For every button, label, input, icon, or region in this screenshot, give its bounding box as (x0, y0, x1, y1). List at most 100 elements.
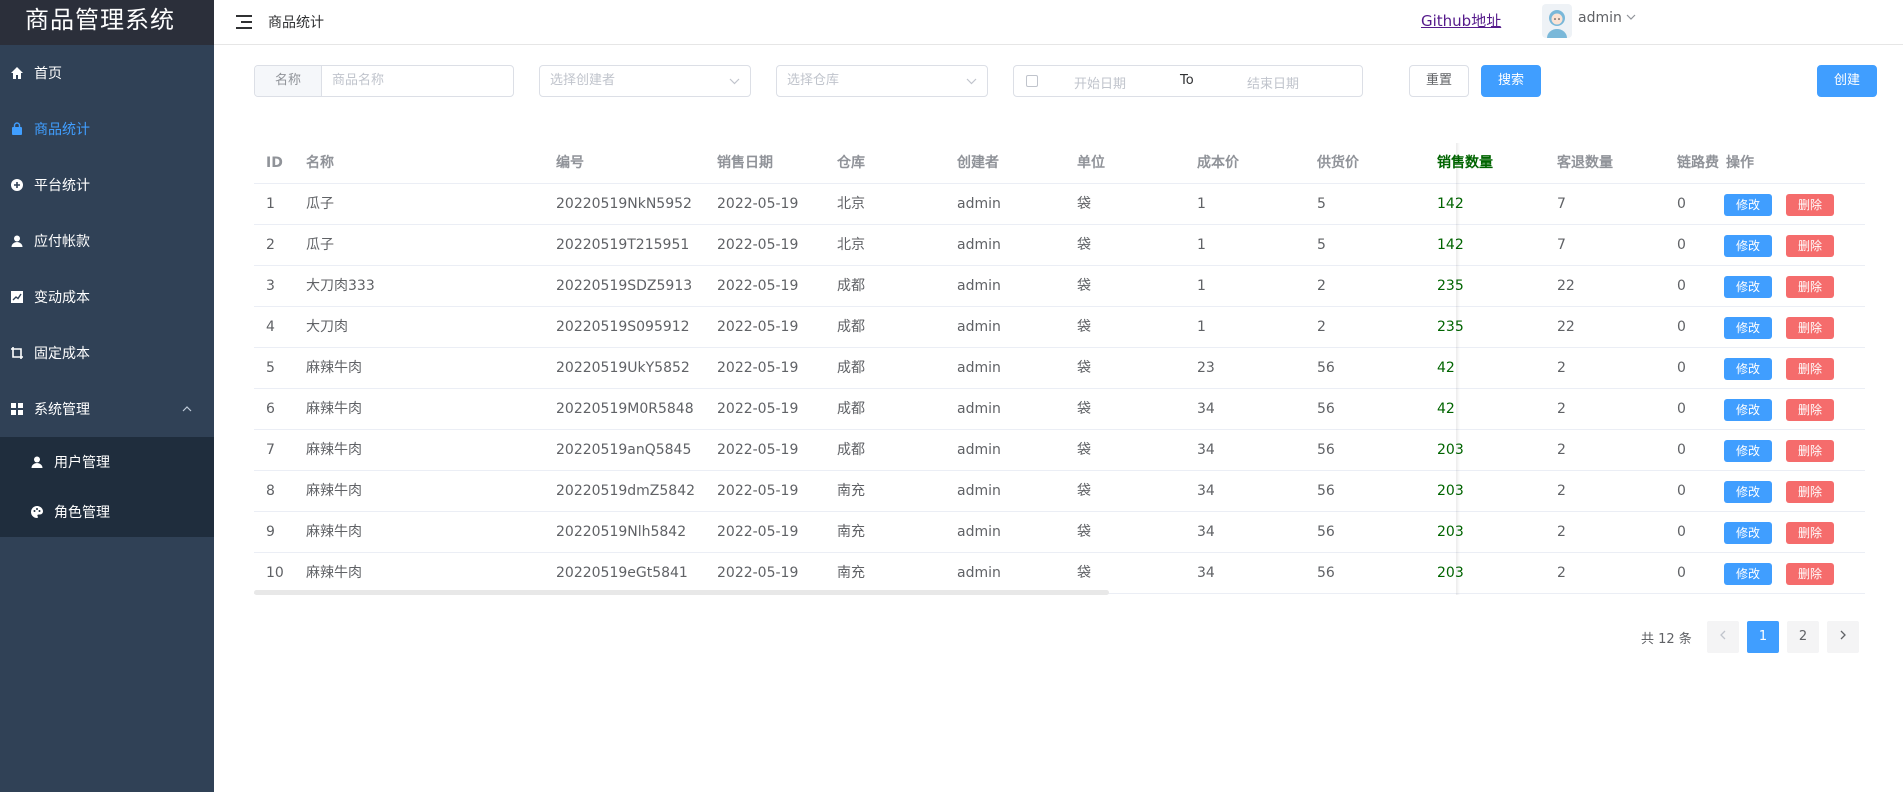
delete-button[interactable]: 删除 (1786, 399, 1834, 421)
cell-supply-price: 56 (1317, 442, 1335, 458)
sidebar-item-user-management[interactable]: 用户管理 (0, 437, 214, 487)
search-button[interactable]: 搜索 (1481, 65, 1541, 97)
cell-return-qty: 7 (1557, 196, 1566, 212)
cell-name: 麻辣牛肉 (306, 483, 362, 499)
system-submenu: 用户管理 角色管理 (0, 437, 214, 537)
sidebar: 商品管理系统 首页 商品统计 平台统计 应付帐款 变动成本 固定成本 系统管理 … (0, 0, 214, 792)
horizontal-scrollbar[interactable] (254, 590, 1109, 595)
edit-button[interactable]: 修改 (1724, 399, 1772, 421)
create-button[interactable]: 创建 (1817, 65, 1877, 97)
date-range-picker[interactable]: 开始日期 To 结束日期 (1013, 65, 1363, 97)
cell-code: 20220519M0R5848 (556, 401, 694, 417)
prev-page-button[interactable] (1707, 621, 1739, 653)
cell-creator: admin (957, 401, 1001, 417)
palette-icon (30, 505, 44, 519)
sidebar-item-platform-stats[interactable]: 平台统计 (0, 157, 214, 213)
sidebar-item-payables[interactable]: 应付帐款 (0, 213, 214, 269)
reset-button[interactable]: 重置 (1409, 65, 1469, 97)
column-header-return-qty: 客退数量 (1557, 155, 1613, 171)
hamburger-icon[interactable] (236, 15, 252, 29)
breadcrumb: 商品统计 (268, 15, 324, 31)
delete-button[interactable]: 删除 (1786, 276, 1834, 298)
warehouse-select[interactable]: 选择仓库 (776, 65, 988, 97)
table-row: 5 麻辣牛肉 20220519UkY5852 2022-05-19 成都 admin 袋 23… (254, 348, 1865, 389)
column-header-name: 名称 (306, 155, 334, 171)
sidebar-item-label: 系统管理 (34, 402, 90, 418)
cell-id: 2 (266, 237, 275, 253)
sidebar-item-label: 商品统计 (34, 122, 90, 138)
cell-cost-price: 34 (1197, 442, 1215, 458)
cell-link-fee: 0 (1677, 483, 1686, 499)
end-date-input[interactable]: 结束日期 (1247, 73, 1299, 92)
edit-button[interactable]: 修改 (1724, 563, 1772, 585)
cell-return-qty: 2 (1557, 524, 1566, 540)
delete-button[interactable]: 删除 (1786, 440, 1834, 462)
edit-button[interactable]: 修改 (1724, 194, 1772, 216)
delete-button[interactable]: 删除 (1786, 522, 1834, 544)
line-chart-icon (10, 290, 24, 304)
sidebar-item-fixed-cost[interactable]: 固定成本 (0, 325, 214, 381)
cell-sold-qty: 142 (1437, 237, 1464, 253)
cell-id: 7 (266, 442, 275, 458)
chevron-up-icon (182, 402, 192, 415)
page-button-1[interactable]: 1 (1747, 621, 1779, 653)
delete-button[interactable]: 删除 (1786, 481, 1834, 503)
sidebar-item-variable-cost[interactable]: 变动成本 (0, 269, 214, 325)
sidebar-item-system-management[interactable]: 系统管理 (0, 381, 214, 437)
delete-button[interactable]: 删除 (1786, 317, 1834, 339)
edit-button[interactable]: 修改 (1724, 358, 1772, 380)
cell-warehouse: 成都 (837, 278, 865, 294)
cell-warehouse: 南充 (837, 565, 865, 581)
delete-button[interactable]: 删除 (1786, 358, 1834, 380)
sidebar-item-role-management[interactable]: 角色管理 (0, 487, 214, 537)
crop-icon (10, 346, 24, 360)
cell-code: 20220519dmZ5842 (556, 483, 696, 499)
cell-supply-price: 56 (1317, 565, 1335, 581)
cell-sale-date: 2022-05-19 (717, 442, 799, 458)
sidebar-item-product-stats[interactable]: 商品统计 (0, 101, 214, 157)
avatar[interactable] (1542, 4, 1572, 38)
edit-button[interactable]: 修改 (1724, 317, 1772, 339)
edit-button[interactable]: 修改 (1724, 522, 1772, 544)
column-header-sold-qty: 销售数量 (1437, 155, 1493, 171)
edit-button[interactable]: 修改 (1724, 235, 1772, 257)
delete-button[interactable]: 删除 (1786, 194, 1834, 216)
cell-unit: 袋 (1077, 196, 1091, 212)
column-header-link-fee: 链路费 (1677, 155, 1719, 171)
username[interactable]: admin (1578, 10, 1622, 26)
page-button-2[interactable]: 2 (1787, 621, 1819, 653)
cell-id: 1 (266, 196, 275, 212)
sidebar-item-home[interactable]: 首页 (0, 45, 214, 101)
cell-sold-qty: 203 (1437, 483, 1464, 499)
sidebar-item-label: 平台统计 (34, 178, 90, 194)
creator-select[interactable]: 选择创建者 (539, 65, 751, 97)
edit-button[interactable]: 修改 (1724, 440, 1772, 462)
cell-warehouse: 北京 (837, 196, 865, 212)
delete-button[interactable]: 删除 (1786, 563, 1834, 585)
table-row: 3 大刀肉333 20220519SDZ5913 2022-05-19 成都 admin 袋… (254, 266, 1865, 307)
start-date-input[interactable]: 开始日期 (1074, 73, 1126, 92)
chevron-down-icon[interactable] (1626, 9, 1636, 23)
column-header-unit: 单位 (1077, 155, 1105, 171)
cell-name: 麻辣牛肉 (306, 524, 362, 540)
name-input[interactable]: 商品名称 (322, 66, 513, 96)
delete-button[interactable]: 删除 (1786, 235, 1834, 257)
next-page-button[interactable] (1827, 621, 1859, 653)
cell-sale-date: 2022-05-19 (717, 237, 799, 253)
name-search-field[interactable]: 名称 商品名称 (254, 65, 514, 97)
edit-button[interactable]: 修改 (1724, 481, 1772, 503)
shopping-bag-icon (10, 122, 24, 136)
cell-return-qty: 22 (1557, 319, 1575, 335)
cell-unit: 袋 (1077, 360, 1091, 376)
edit-button[interactable]: 修改 (1724, 276, 1772, 298)
cell-sold-qty: 142 (1437, 196, 1464, 212)
column-header-id: ID (266, 155, 283, 171)
table-row: 8 麻辣牛肉 20220519dmZ5842 2022-05-19 南充 admin 袋 34… (254, 471, 1865, 512)
calendar-icon (1026, 75, 1038, 87)
column-header-sale-date: 销售日期 (717, 155, 773, 171)
github-link[interactable]: Github地址 (1421, 10, 1501, 31)
cell-unit: 袋 (1077, 237, 1091, 253)
cell-creator: admin (957, 565, 1001, 581)
table-row: 4 大刀肉 20220519S095912 2022-05-19 成都 admin 袋 1 2 2… (254, 307, 1865, 348)
cell-code: 20220519SDZ5913 (556, 278, 693, 294)
